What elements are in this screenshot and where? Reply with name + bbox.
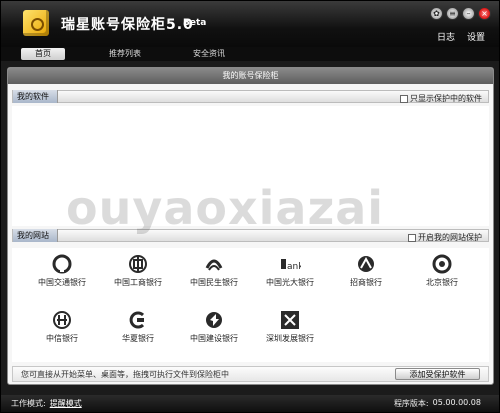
checkbox-label: 开启我的网站保护 bbox=[418, 233, 482, 242]
hxb-logo-icon bbox=[129, 311, 145, 329]
checkbox-box[interactable] bbox=[408, 233, 416, 242]
main-panel: 我的账号保险柜 我的软件 只显示保护中的软件 我的网站 开启我的网站保护 中国交… bbox=[7, 67, 494, 385]
bank-name: 北京银行 bbox=[426, 278, 458, 287]
status-bar: 工作模式: 提醒模式 程序版本: 05.00.00.08 bbox=[1, 395, 499, 412]
citic-logo-icon bbox=[53, 311, 71, 329]
bank-name: 招商银行 bbox=[350, 278, 382, 287]
bank-item-sdb[interactable]: 深圳发展银行 bbox=[252, 310, 328, 344]
drag-hint-text: 您可直接从开始菜单、桌面等，拖拽可执行文件到保险柜中 bbox=[21, 370, 229, 379]
skin-button[interactable]: ✿ bbox=[430, 7, 443, 20]
menu-button[interactable]: ≡ bbox=[446, 7, 459, 20]
bank-item-icbc[interactable]: 中国工商银行 bbox=[100, 254, 176, 288]
app-title: 瑞星账号保险柜5.0 bbox=[61, 17, 194, 33]
tab-recommended[interactable]: 推荐列表 bbox=[101, 48, 149, 60]
bank-item-cmbc[interactable]: 中国民生银行 bbox=[176, 254, 252, 288]
enable-website-protection-checkbox[interactable]: 开启我的网站保护 bbox=[408, 231, 482, 244]
top-links: 日志 设置 bbox=[437, 30, 485, 43]
bank-name: 中信银行 bbox=[46, 334, 78, 343]
close-button[interactable]: × bbox=[478, 7, 491, 20]
work-mode: 工作模式: 提醒模式 bbox=[11, 398, 82, 409]
nav-bar: 首页 推荐列表 安全资讯 bbox=[1, 47, 499, 61]
bank-grid: 中国交通银行 中国工商银行 中国民生银行 ank 中国光大银行 招商银行 北京银… bbox=[12, 248, 489, 362]
websites-section-title: 我的网站 bbox=[13, 229, 58, 242]
bank-name: 中国工商银行 bbox=[114, 278, 162, 287]
window-controls: ✿ ≡ – × bbox=[430, 7, 491, 20]
add-protected-software-button[interactable]: 添加受保护软件 bbox=[395, 368, 480, 380]
panel-title: 我的账号保险柜 bbox=[8, 68, 493, 84]
bank-name: 华夏银行 bbox=[122, 334, 154, 343]
bank-name: 中国光大银行 bbox=[266, 278, 314, 287]
bank-item-ccb[interactable]: 中国建设银行 bbox=[176, 310, 252, 344]
show-protected-only-checkbox[interactable]: 只显示保护中的软件 bbox=[400, 92, 482, 105]
version-value: 05.00.00.08 bbox=[432, 398, 481, 407]
tab-home[interactable]: 首页 bbox=[21, 48, 65, 60]
sdb-logo-icon bbox=[281, 311, 299, 329]
websites-section-header: 我的网站 开启我的网站保护 bbox=[12, 229, 489, 242]
work-mode-label: 工作模式: bbox=[11, 399, 46, 408]
bank-item-ceb[interactable]: ank 中国光大银行 bbox=[252, 254, 328, 288]
svg-text:ank: ank bbox=[287, 262, 301, 272]
bank-name: 中国建设银行 bbox=[190, 334, 238, 343]
checkbox-label: 只显示保护中的软件 bbox=[410, 94, 482, 103]
work-mode-link[interactable]: 提醒模式 bbox=[50, 398, 82, 409]
cmb-logo-icon bbox=[358, 256, 374, 272]
title-bar: 瑞星账号保险柜5.0 Beta ✿ ≡ – × 日志 设置 bbox=[1, 1, 499, 47]
app-beta-badge: Beta bbox=[183, 18, 207, 28]
bank-name: 中国交通银行 bbox=[38, 278, 86, 287]
bank-item-citic[interactable]: 中信银行 bbox=[24, 310, 100, 344]
program-version: 程序版本: 05.00.00.08 bbox=[394, 398, 481, 409]
icbc-logo-icon bbox=[129, 255, 147, 273]
bank-name: 深圳发展银行 bbox=[266, 334, 314, 343]
cmbc-logo-icon bbox=[205, 259, 223, 271]
hint-bar: 您可直接从开始菜单、桌面等，拖拽可执行文件到保险柜中 添加受保护软件 bbox=[12, 366, 489, 382]
bank-item-bocom[interactable]: 中国交通银行 bbox=[24, 254, 100, 288]
minimize-button[interactable]: – bbox=[462, 7, 475, 20]
bocom-logo-icon bbox=[52, 254, 72, 274]
software-list[interactable] bbox=[12, 106, 489, 226]
tab-security-news[interactable]: 安全资讯 bbox=[185, 48, 233, 60]
software-section-title: 我的软件 bbox=[13, 90, 58, 103]
software-section-header: 我的软件 只显示保护中的软件 bbox=[12, 90, 489, 103]
bob-logo-icon bbox=[432, 254, 452, 274]
bank-item-cmb[interactable]: 招商银行 bbox=[328, 254, 404, 288]
app-logo-icon bbox=[23, 10, 49, 36]
checkbox-box[interactable] bbox=[400, 94, 408, 103]
ccb-logo-icon bbox=[206, 312, 222, 328]
settings-link[interactable]: 设置 bbox=[467, 30, 485, 43]
ceb-logo-icon: ank bbox=[281, 259, 301, 272]
version-label: 程序版本: bbox=[393, 399, 429, 408]
bank-item-bob[interactable]: 北京银行 bbox=[404, 254, 480, 288]
bank-item-hxb[interactable]: 华夏银行 bbox=[100, 310, 176, 344]
bank-name: 中国民生银行 bbox=[190, 278, 238, 287]
log-link[interactable]: 日志 bbox=[437, 30, 455, 43]
app-window: 瑞星账号保险柜5.0 Beta ✿ ≡ – × 日志 设置 首页 推荐列表 安全… bbox=[0, 0, 500, 413]
